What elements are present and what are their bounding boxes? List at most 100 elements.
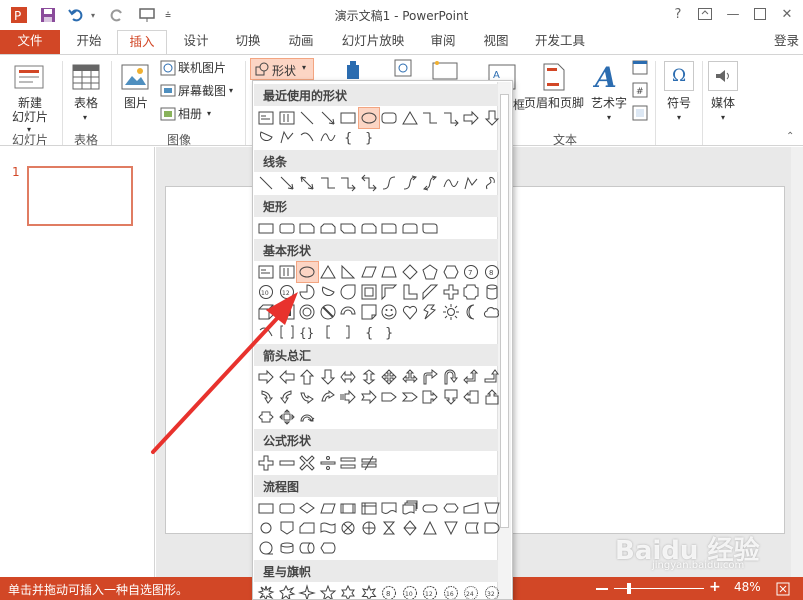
tab-view[interactable]: 视图 — [475, 30, 517, 54]
snip-diagonal-rectangle-icon[interactable] — [338, 218, 359, 238]
up-arrow-icon[interactable] — [297, 367, 318, 387]
flowchart-predefined-process-icon[interactable] — [338, 498, 359, 518]
down-arrow-callout-icon[interactable] — [441, 387, 462, 407]
explosion-2-icon[interactable] — [277, 583, 298, 599]
right-arrow-icon[interactable] — [256, 367, 277, 387]
diagonal-stripe-icon[interactable] — [420, 282, 441, 302]
curved-arrow-connector-icon[interactable] — [400, 173, 421, 193]
flowchart-preparation-icon[interactable] — [441, 498, 462, 518]
header-footer-button[interactable]: 页眉和页脚 — [521, 96, 587, 110]
cloud-icon[interactable] — [482, 302, 503, 322]
arc-icon[interactable] — [256, 322, 277, 342]
flowchart-sequential-access-icon[interactable] — [256, 538, 277, 558]
symbol-dropdown-icon[interactable]: ▾ — [674, 111, 684, 125]
tab-slideshow[interactable]: 幻灯片放映 — [336, 30, 410, 54]
screenshot-button[interactable]: 屏幕截图 — [178, 84, 226, 98]
zoom-level[interactable]: 48% — [734, 580, 761, 594]
math-plus-icon[interactable] — [256, 453, 277, 473]
elbow-connector-shape-icon[interactable] — [420, 108, 441, 128]
donut-icon[interactable] — [297, 302, 318, 322]
zoom-slider-thumb[interactable] — [627, 583, 631, 594]
zoom-in-icon[interactable]: + — [709, 579, 721, 595]
math-equal-icon[interactable] — [338, 453, 359, 473]
curve-shape-icon[interactable] — [318, 127, 339, 147]
flowchart-display-icon[interactable] — [318, 538, 339, 558]
down-arrow-shape-icon[interactable] — [482, 108, 503, 128]
elbow-connector-icon[interactable] — [318, 173, 339, 193]
folded-corner-icon[interactable] — [359, 302, 380, 322]
rectangle-icon[interactable] — [256, 218, 277, 238]
math-multiply-icon[interactable] — [297, 453, 318, 473]
right-brace-shape-icon[interactable]: } — [359, 127, 380, 147]
sun-icon[interactable] — [441, 302, 462, 322]
curved-left-arrow-icon[interactable] — [277, 387, 298, 407]
album-button[interactable]: 相册 — [178, 107, 202, 121]
diamond-icon[interactable] — [400, 262, 421, 282]
flowchart-manual-operation-icon[interactable] — [482, 498, 503, 518]
tab-review[interactable]: 审阅 — [422, 30, 464, 54]
curved-connector-icon[interactable] — [379, 173, 400, 193]
left-brace-shape-icon[interactable]: { — [338, 127, 359, 147]
curved-double-arrow-icon[interactable] — [420, 173, 441, 193]
slide-thumbnail[interactable] — [27, 166, 133, 226]
trapezoid-icon[interactable] — [379, 262, 400, 282]
striped-right-arrow-icon[interactable] — [338, 387, 359, 407]
can-icon[interactable] — [482, 282, 503, 302]
round-diagonal-rectangle-icon[interactable] — [420, 218, 441, 238]
snip-round-rectangle-icon[interactable] — [359, 218, 380, 238]
parallelogram-icon[interactable] — [359, 262, 380, 282]
flowchart-merge-icon[interactable] — [441, 518, 462, 538]
vertical-scrollbar[interactable] — [791, 147, 803, 577]
textbox-icon[interactable] — [256, 262, 277, 282]
slide-number-icon[interactable]: # — [632, 82, 648, 101]
tab-design[interactable]: 设计 — [175, 30, 217, 54]
zoom-out-icon[interactable] — [596, 588, 608, 590]
media-button[interactable]: 媒体 — [703, 96, 743, 110]
star-6-point-icon[interactable] — [338, 583, 359, 599]
octagon-icon[interactable]: 8 — [482, 262, 503, 282]
curved-right-arrow-icon[interactable] — [256, 387, 277, 407]
table-dropdown-icon[interactable]: ▾ — [80, 111, 90, 125]
tab-insert[interactable]: 插入 — [117, 30, 167, 55]
flowchart-alternate-process-icon[interactable] — [277, 498, 298, 518]
lightning-bolt-icon[interactable] — [420, 302, 441, 322]
quad-arrow-callout-icon[interactable] — [277, 407, 298, 427]
elbow-double-arrow-icon[interactable] — [359, 173, 380, 193]
math-not-equal-icon[interactable] — [359, 453, 380, 473]
math-minus-icon[interactable] — [277, 453, 298, 473]
right-arrow-shape-icon[interactable] — [461, 108, 482, 128]
decagon-icon[interactable]: 10 — [256, 282, 277, 302]
hyperlink-icon[interactable] — [394, 59, 412, 80]
freeform-icon[interactable] — [461, 173, 482, 193]
star-24-point-icon[interactable]: 24 — [461, 583, 482, 599]
flowchart-data-icon[interactable] — [318, 498, 339, 518]
teardrop-icon[interactable] — [338, 282, 359, 302]
chord-shape-icon[interactable] — [256, 127, 277, 147]
curved-down-arrow-icon[interactable] — [318, 387, 339, 407]
minimize-icon[interactable]: — — [722, 4, 744, 24]
flowchart-card-icon[interactable] — [297, 518, 318, 538]
pentagon-icon[interactable] — [420, 262, 441, 282]
flowchart-punched-tape-icon[interactable] — [318, 518, 339, 538]
star-32-point-icon[interactable]: 32 — [482, 583, 503, 599]
table-button[interactable]: 表格 — [66, 96, 106, 110]
flowchart-direct-access-storage-icon[interactable] — [297, 538, 318, 558]
date-time-icon[interactable] — [632, 59, 648, 78]
ribbon-display-icon[interactable] — [694, 4, 716, 24]
pentagon-arrow-icon[interactable] — [379, 387, 400, 407]
flowchart-offpage-connector-icon[interactable] — [277, 518, 298, 538]
star-10-point-icon[interactable]: 10 — [400, 583, 421, 599]
line-shape-icon[interactable] — [297, 108, 318, 128]
media-dropdown-icon[interactable]: ▾ — [718, 111, 728, 125]
tab-file[interactable]: 文件 — [0, 30, 60, 54]
double-brace-icon[interactable]: {} — [297, 322, 318, 342]
tab-transitions[interactable]: 切换 — [227, 30, 269, 54]
right-bracket-icon[interactable] — [338, 322, 359, 342]
no-symbol-icon[interactable] — [318, 302, 339, 322]
left-arrow-icon[interactable] — [277, 367, 298, 387]
flowchart-magnetic-disk-icon[interactable] — [277, 538, 298, 558]
left-right-up-arrow-icon[interactable] — [400, 367, 421, 387]
frame-icon[interactable] — [359, 282, 380, 302]
rounded-rectangle-shape-icon[interactable] — [379, 108, 400, 128]
circular-arrow-icon[interactable] — [297, 407, 318, 427]
